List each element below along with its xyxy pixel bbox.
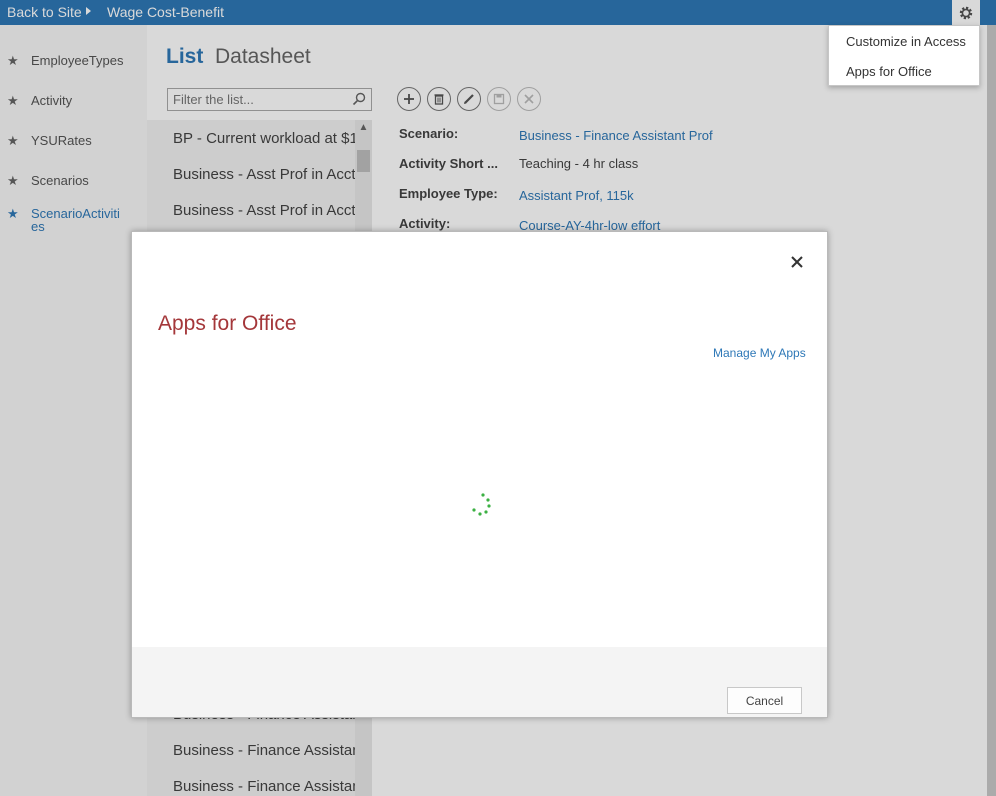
dialog-footer: Cancel	[132, 647, 827, 717]
settings-menu: Customize in Access Apps for Office	[828, 25, 980, 86]
menu-item-customize-in-access[interactable]: Customize in Access	[846, 34, 966, 49]
cancel-button[interactable]: Cancel	[727, 687, 802, 714]
close-icon	[791, 256, 803, 268]
dialog-close-button[interactable]	[787, 252, 807, 272]
loading-spinner-icon	[472, 493, 491, 516]
apps-for-office-dialog: Apps for Office Manage My Apps Cancel	[131, 231, 828, 718]
manage-my-apps-link[interactable]: Manage My Apps	[713, 346, 806, 360]
dialog-title: Apps for Office	[158, 312, 297, 335]
menu-item-apps-for-office[interactable]: Apps for Office	[846, 64, 932, 79]
